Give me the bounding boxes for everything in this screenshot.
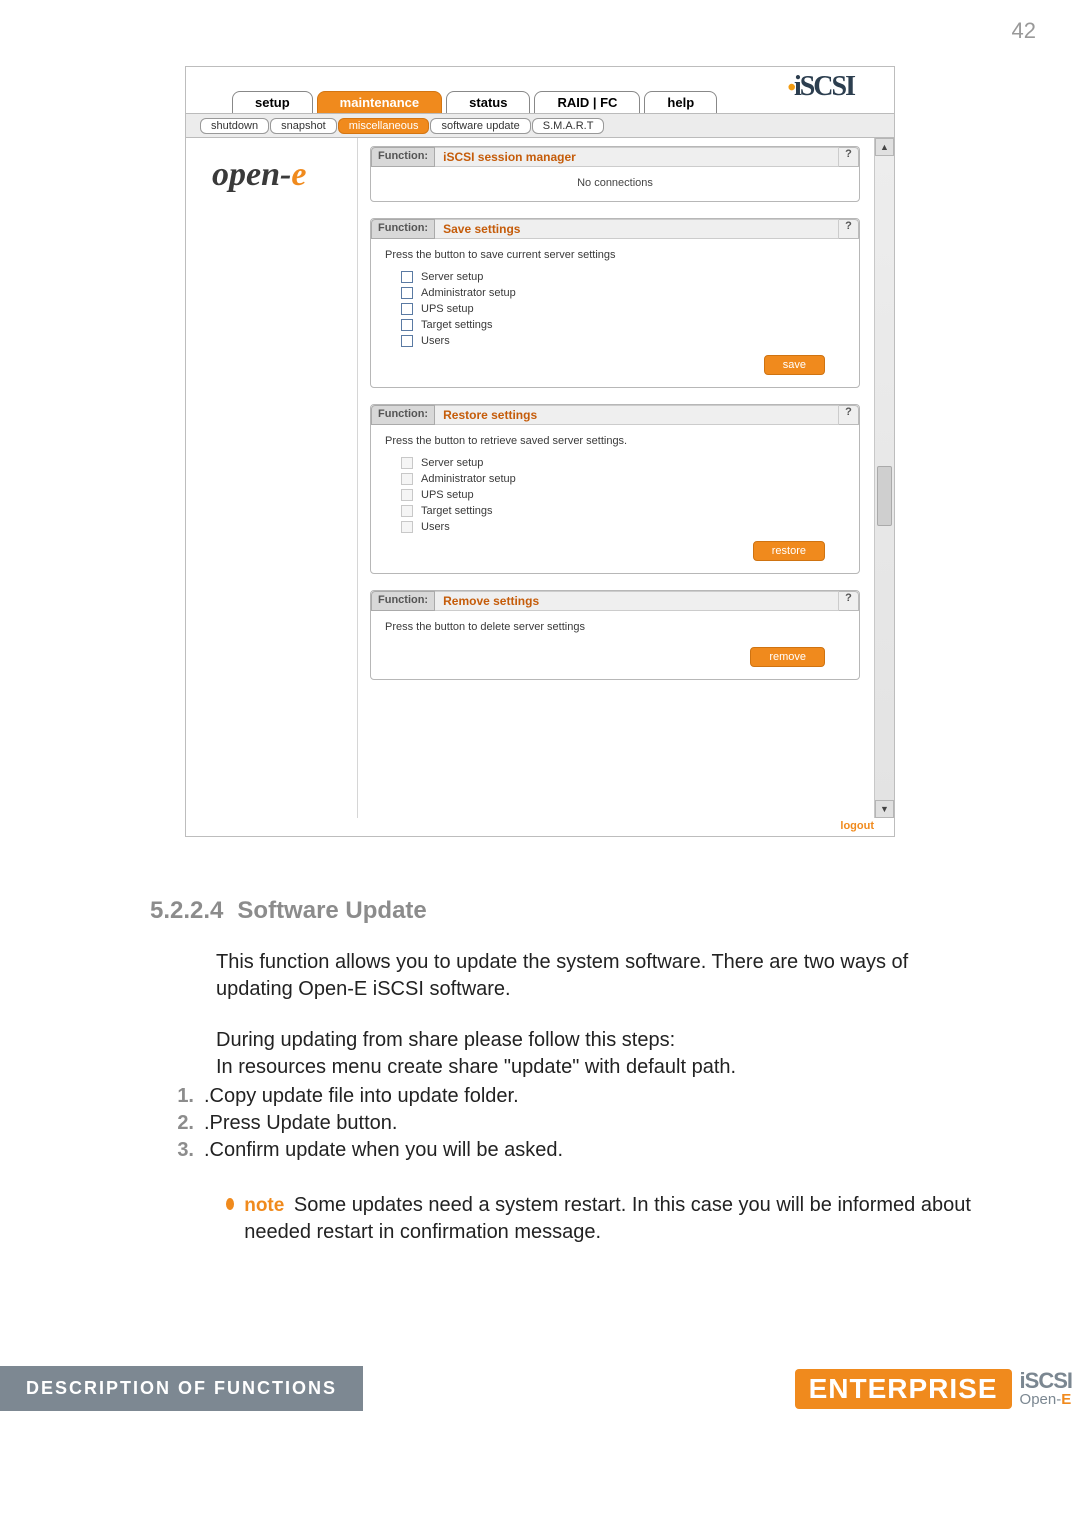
- subtab-software-update[interactable]: software update: [430, 118, 530, 134]
- bullet-icon: [226, 1198, 234, 1210]
- restore-msg: Press the button to retrieve saved serve…: [385, 435, 845, 447]
- list-item: .Copy update file into update folder.: [204, 1085, 519, 1108]
- logout-link[interactable]: logout: [186, 818, 894, 836]
- panel-remove-settings: Function: Remove settings ? Press the bu…: [370, 590, 860, 680]
- list-item: .Confirm update when you will be asked.: [204, 1139, 563, 1162]
- remove-button[interactable]: remove: [750, 647, 825, 667]
- steps-list: 1..Copy update file into update folder. …: [150, 1083, 990, 1164]
- enterprise-badge: ENTERPRISE: [795, 1369, 1012, 1409]
- chk-label: Administrator setup: [421, 473, 516, 485]
- help-icon[interactable]: ?: [839, 405, 859, 425]
- app-screenshot: •iSCSI setup maintenance status RAID | F…: [185, 66, 895, 837]
- paragraph-steps-intro: During updating from share please follow…: [216, 1027, 990, 1054]
- list-item: .Press Update button.: [204, 1112, 397, 1135]
- checkbox-icon[interactable]: [401, 271, 413, 283]
- function-label: Function:: [371, 147, 435, 167]
- help-icon[interactable]: ?: [839, 219, 859, 239]
- chk-label: UPS setup: [421, 303, 474, 315]
- chk-label: Server setup: [421, 457, 483, 469]
- subtab-snapshot[interactable]: snapshot: [270, 118, 337, 134]
- scroll-track[interactable]: [875, 156, 894, 800]
- function-label: Function:: [371, 405, 435, 425]
- chk-label: Administrator setup: [421, 287, 516, 299]
- chk-label: Target settings: [421, 319, 493, 331]
- panel-title-remove: Remove settings: [435, 591, 839, 611]
- paragraph-steps-intro2: In resources menu create share "update" …: [216, 1054, 990, 1081]
- subtab-smart[interactable]: S.M.A.R.T: [532, 118, 605, 134]
- panel-area: Function: iSCSI session manager ? No con…: [358, 138, 874, 818]
- checkbox-icon[interactable]: [401, 287, 413, 299]
- section-title: Software Update: [237, 897, 426, 925]
- tab-status[interactable]: status: [446, 91, 530, 113]
- help-icon[interactable]: ?: [839, 591, 859, 611]
- panel-title-iscsi: iSCSI session manager: [435, 147, 839, 167]
- no-connections-text: No connections: [385, 177, 845, 189]
- note-block: note Some updates need a system restart.…: [226, 1192, 990, 1246]
- list-num: 2.: [170, 1112, 194, 1135]
- chk-label: UPS setup: [421, 489, 474, 501]
- note-label: note: [244, 1195, 288, 1216]
- scroll-down-icon[interactable]: ▼: [875, 800, 894, 818]
- sidebar: open-e: [186, 138, 358, 818]
- help-icon[interactable]: ?: [839, 147, 859, 167]
- footer-left-label: DESCRIPTION OF FUNCTIONS: [0, 1366, 363, 1411]
- panel-title-restore: Restore settings: [435, 405, 839, 425]
- checkbox-icon[interactable]: [401, 319, 413, 331]
- subtab-shutdown[interactable]: shutdown: [200, 118, 269, 134]
- function-label: Function:: [371, 219, 435, 239]
- tab-setup[interactable]: setup: [232, 91, 313, 113]
- checkbox-icon[interactable]: [401, 335, 413, 347]
- section-number: 5.2.2.4: [150, 897, 223, 925]
- list-num: 1.: [170, 1085, 194, 1108]
- subtab-miscellaneous[interactable]: miscellaneous: [338, 118, 430, 134]
- panel-iscsi-session: Function: iSCSI session manager ? No con…: [370, 146, 860, 202]
- checkbox-icon: [401, 489, 413, 501]
- checkbox-icon[interactable]: [401, 303, 413, 315]
- chk-label: Server setup: [421, 271, 483, 283]
- function-label: Function:: [371, 591, 435, 611]
- document-body: 5.2.2.4 Software Update This function al…: [90, 897, 990, 1246]
- paragraph-intro: This function allows you to update the s…: [216, 949, 990, 1003]
- page-number: 42: [0, 0, 1080, 44]
- page-footer: DESCRIPTION OF FUNCTIONS ENTERPRISE iSCS…: [0, 1366, 1080, 1411]
- remove-msg: Press the button to delete server settin…: [385, 621, 845, 633]
- open-e-logo: open-e: [186, 156, 357, 194]
- restore-button[interactable]: restore: [753, 541, 825, 561]
- checkbox-icon: [401, 457, 413, 469]
- chk-label: Users: [421, 521, 450, 533]
- tab-maintenance[interactable]: maintenance: [317, 91, 442, 113]
- tab-raid-fc[interactable]: RAID | FC: [534, 91, 640, 113]
- save-msg: Press the button to save current server …: [385, 249, 845, 261]
- panel-title-save: Save settings: [435, 219, 839, 239]
- checkbox-icon: [401, 473, 413, 485]
- checkbox-icon: [401, 505, 413, 517]
- sub-tabs: shutdown snapshot miscellaneous software…: [186, 113, 894, 138]
- note-text: Some updates need a system restart. In t…: [244, 1194, 971, 1243]
- panel-save-settings: Function: Save settings ? Press the butt…: [370, 218, 860, 388]
- brand-top: •iSCSI: [788, 71, 854, 103]
- chk-label: Target settings: [421, 505, 493, 517]
- scroll-up-icon[interactable]: ▲: [875, 138, 894, 156]
- chk-label: Users: [421, 335, 450, 347]
- panel-restore-settings: Function: Restore settings ? Press the b…: [370, 404, 860, 574]
- scrollbar[interactable]: ▲ ▼: [874, 138, 894, 818]
- footer-iscsi-logo: iSCSI Open-E: [1020, 1370, 1072, 1407]
- save-button[interactable]: save: [764, 355, 825, 375]
- checkbox-icon: [401, 521, 413, 533]
- tab-help[interactable]: help: [644, 91, 717, 113]
- list-num: 3.: [170, 1139, 194, 1162]
- scroll-thumb[interactable]: [877, 466, 892, 526]
